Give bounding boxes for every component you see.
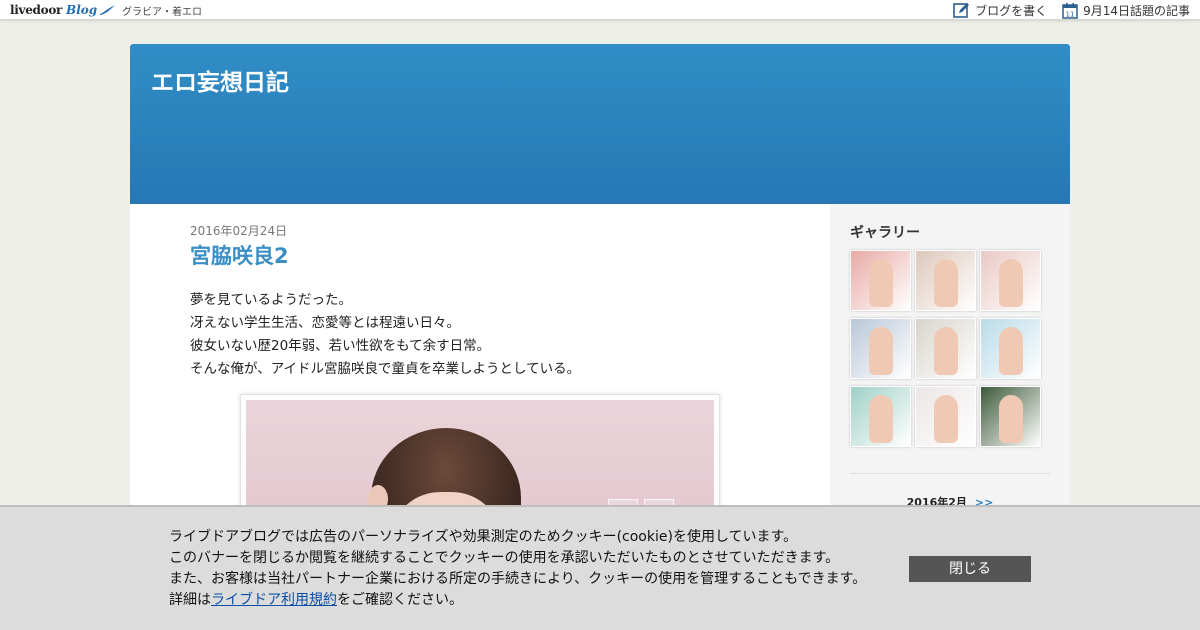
post-line: そんな俺が、アイドル宮脇咲良で童貞を卒業しようとしている。 — [190, 361, 581, 377]
category-link[interactable]: グラビア・着エロ — [122, 3, 202, 18]
gallery-thumb[interactable] — [915, 250, 976, 311]
article: 2016年02月24日 宮脇咲良2 夢を見ているようだった。 冴えない学生生活、… — [190, 222, 790, 554]
gallery-thumb[interactable] — [915, 318, 976, 379]
gallery-grid — [850, 250, 1050, 447]
post-title[interactable]: 宮脇咲良2 — [190, 240, 790, 270]
terms-link[interactable]: ライブドア利用規約 — [211, 592, 337, 608]
post-body: 夢を見ているようだった。 冴えない学生生活、恋愛等とは程遠い日々。 彼女いない歴… — [190, 289, 790, 381]
post-line: 冴えない学生生活、恋愛等とは程遠い日々。 — [190, 315, 460, 331]
logo-swoosh-icon — [99, 5, 116, 15]
gallery-thumb[interactable] — [980, 386, 1041, 447]
cookie-text: ライブドアブログでは広告のパーソナライズや効果測定のためクッキー(cookie)… — [169, 527, 866, 611]
edit-icon — [953, 2, 970, 18]
post-line: 夢を見ているようだった。 — [190, 292, 352, 308]
topic-articles-label: 9月14日話題の記事 — [1083, 3, 1190, 18]
gallery-thumb[interactable] — [980, 318, 1041, 379]
gallery-title: ギャラリー — [850, 225, 920, 241]
calendar-icon: 11 — [1062, 2, 1078, 19]
post-date: 2016年02月24日 — [190, 224, 288, 238]
write-blog-label: ブログを書く — [975, 3, 1048, 18]
cookie-line: このバナーを閉じるか閲覧を継続することでクッキーの使用を承認いただいたものとさせ… — [169, 550, 840, 566]
post-line: 彼女いない歴20年弱、若い性欲をもて余す日常。 — [190, 338, 491, 354]
cookie-line: 詳細はライブドア利用規約をご確認ください。 — [169, 590, 866, 611]
gallery-thumb[interactable] — [980, 250, 1041, 311]
gallery-thumb[interactable] — [850, 318, 911, 379]
cookie-line: ライブドアブログでは広告のパーソナライズや効果測定のためクッキー(cookie)… — [169, 529, 798, 545]
top-right-links: ブログを書く 11 9月14日話題の記事 — [938, 1, 1190, 19]
cookie-line-suffix: をご確認ください。 — [337, 592, 463, 608]
livedoor-blog-logo[interactable]: livedoor Blog — [10, 1, 116, 19]
cookie-line-prefix: 詳細は — [169, 592, 211, 608]
cookie-banner: ライブドアブログでは広告のパーソナライズや効果測定のためクッキー(cookie)… — [0, 505, 1200, 630]
sidebar-divider — [850, 473, 1050, 474]
blog-title[interactable]: エロ妄想日記 — [151, 63, 289, 97]
gallery-thumb[interactable] — [850, 386, 911, 447]
blog-header: エロ妄想日記 — [130, 44, 1070, 204]
close-button[interactable]: 閉じる — [909, 556, 1031, 582]
topic-articles-link[interactable]: 11 9月14日話題の記事 — [1062, 2, 1190, 19]
logo-blog-text: Blog — [66, 3, 98, 17]
calendar-day: 11 — [1066, 10, 1075, 18]
cookie-line: また、お客様は当社パートナー企業における所定の手続きにより、クッキーの使用を管理… — [169, 571, 867, 587]
logo-text: livedoor — [10, 3, 63, 17]
top-bar: livedoor Blog グラビア・着エロ ブログを書く 11 9月14日話題… — [0, 0, 1200, 20]
gallery-thumb[interactable] — [915, 386, 976, 447]
write-blog-link[interactable]: ブログを書く — [953, 2, 1047, 19]
gallery-thumb[interactable] — [850, 250, 911, 311]
